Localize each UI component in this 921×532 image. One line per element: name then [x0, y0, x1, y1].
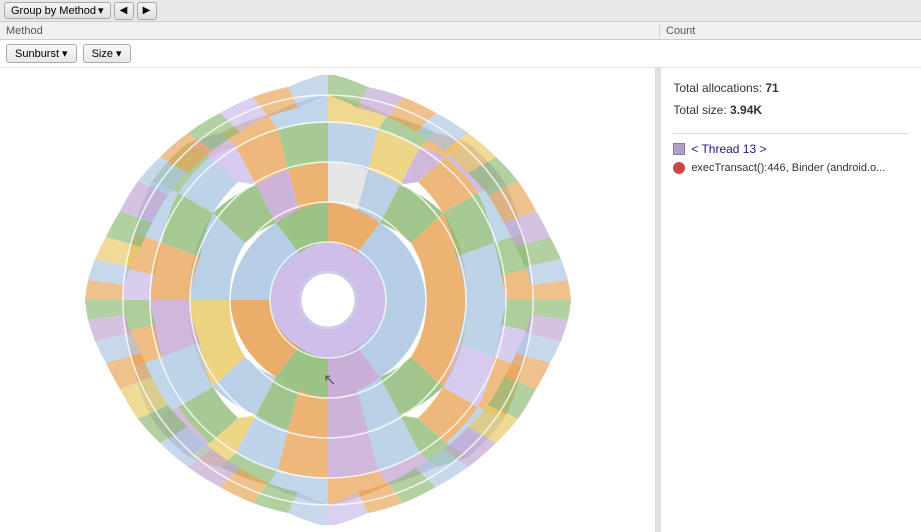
forward-icon: ▶: [143, 5, 151, 16]
back-button[interactable]: ◀: [114, 2, 134, 20]
total-allocations-value: 71: [765, 81, 778, 95]
back-icon: ◀: [120, 5, 128, 16]
method-label: execTransact():446, Binder (android.o...: [691, 162, 885, 174]
controls-row: Sunburst ▾ Size ▾: [0, 40, 921, 68]
view-type-arrow: ▾: [62, 47, 68, 60]
svg-text:↖: ↖: [323, 372, 336, 389]
count-column-header[interactable]: Count: [660, 25, 890, 37]
size-label: Size: [92, 48, 113, 60]
size-button[interactable]: Size ▾: [83, 44, 131, 63]
thread-label[interactable]: < Thread 13 >: [691, 142, 766, 156]
method-item[interactable]: execTransact():446, Binder (android.o...: [673, 162, 909, 174]
toolbar: Group by Method ▾ ◀ ▶: [0, 0, 921, 22]
total-allocations-row: Total allocations: 71: [673, 78, 909, 100]
size-arrow: ▾: [116, 47, 122, 60]
divider: [673, 133, 909, 134]
sunburst-chart[interactable]: // This will be done in CSS/static SVG p…: [28, 75, 628, 525]
right-panel: Total allocations: 71 Total size: 3.94K …: [661, 68, 921, 532]
forward-button[interactable]: ▶: [137, 2, 157, 20]
thread-item[interactable]: < Thread 13 >: [673, 142, 909, 156]
total-size-value: 3.94K: [730, 103, 762, 117]
method-icon: [673, 162, 685, 174]
sunburst-area[interactable]: // This will be done in CSS/static SVG p…: [0, 68, 656, 532]
stats-section: Total allocations: 71 Total size: 3.94K: [673, 78, 909, 121]
main-content: // This will be done in CSS/static SVG p…: [0, 68, 921, 532]
group-by-method-label: Group by Method: [11, 5, 96, 17]
thread-icon: [673, 143, 685, 155]
total-size-label: Total size:: [673, 103, 726, 117]
view-type-button[interactable]: Sunburst ▾: [6, 44, 77, 63]
column-headers: Method Count: [0, 22, 921, 40]
view-type-label: Sunburst: [15, 48, 59, 60]
group-by-method-button[interactable]: Group by Method ▾: [4, 2, 111, 19]
method-column-header[interactable]: Method: [0, 25, 660, 37]
group-by-dropdown-arrow: ▾: [98, 4, 104, 17]
total-allocations-label: Total allocations:: [673, 81, 762, 95]
total-size-row: Total size: 3.94K: [673, 100, 909, 122]
